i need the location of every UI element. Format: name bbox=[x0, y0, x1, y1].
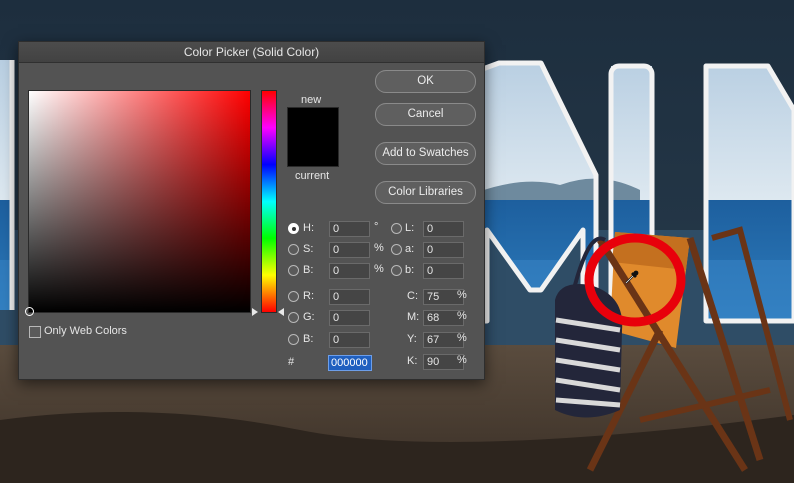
lab-a-input[interactable]: 0 bbox=[423, 242, 464, 258]
saturation-radio[interactable] bbox=[288, 244, 299, 255]
hex-input[interactable]: 000000 bbox=[328, 355, 372, 371]
eyedropper-icon bbox=[625, 270, 639, 284]
lab-l-input[interactable]: 0 bbox=[423, 221, 464, 237]
brightness-input[interactable]: 0 bbox=[329, 263, 370, 279]
add-to-swatches-button[interactable]: Add to Swatches bbox=[375, 142, 476, 165]
cyan-label: C: bbox=[407, 290, 418, 302]
blue-radio[interactable] bbox=[288, 334, 299, 345]
dialog-title[interactable]: Color Picker (Solid Color) bbox=[19, 42, 484, 63]
brightness-label: B: bbox=[303, 264, 314, 276]
red-label: R: bbox=[303, 290, 314, 302]
saturation-unit: % bbox=[374, 242, 384, 254]
hue-slider[interactable] bbox=[261, 90, 277, 313]
red-input[interactable]: 0 bbox=[329, 289, 370, 305]
color-field-marker[interactable] bbox=[25, 307, 34, 316]
only-web-colors-checkbox[interactable] bbox=[29, 326, 41, 338]
only-web-colors-label: Only Web Colors bbox=[44, 325, 127, 337]
color-field[interactable] bbox=[25, 90, 251, 316]
brightness-radio[interactable] bbox=[288, 265, 299, 276]
saturation-label: S: bbox=[303, 243, 314, 255]
hue-slider-arrow-right-icon[interactable] bbox=[278, 308, 284, 316]
blue-input[interactable]: 0 bbox=[329, 332, 370, 348]
color-libraries-button[interactable]: Color Libraries bbox=[375, 181, 476, 204]
ok-button[interactable]: OK bbox=[375, 70, 476, 93]
new-color-swatch bbox=[287, 107, 339, 167]
lab-a-label: a: bbox=[405, 243, 415, 255]
swatch-new-label: new bbox=[301, 94, 322, 106]
cancel-button[interactable]: Cancel bbox=[375, 103, 476, 126]
hue-radio[interactable] bbox=[288, 223, 299, 234]
lab-b-label: b: bbox=[405, 264, 415, 276]
lab-b-input[interactable]: 0 bbox=[423, 263, 464, 279]
magenta-label: M: bbox=[407, 311, 420, 323]
yellow-label: Y: bbox=[407, 333, 417, 345]
hex-label: # bbox=[288, 356, 295, 368]
magenta-unit: % bbox=[457, 310, 467, 322]
cyan-unit: % bbox=[457, 289, 467, 301]
saturation-input[interactable]: 0 bbox=[329, 242, 370, 258]
color-picker-dialog: Color Picker (Solid Color) new current O… bbox=[18, 41, 485, 380]
green-label: G: bbox=[303, 311, 315, 323]
photoshop-canvas[interactable]: Color Picker (Solid Color) new current O… bbox=[0, 0, 794, 483]
hue-label: H: bbox=[303, 222, 314, 234]
hue-unit: ° bbox=[374, 221, 379, 233]
green-radio[interactable] bbox=[288, 312, 299, 323]
green-input[interactable]: 0 bbox=[329, 310, 370, 326]
lab-b-radio[interactable] bbox=[391, 265, 402, 276]
red-radio[interactable] bbox=[288, 291, 299, 302]
hue-input[interactable]: 0 bbox=[329, 221, 370, 237]
brightness-unit: % bbox=[374, 263, 384, 275]
black-unit: % bbox=[457, 354, 467, 366]
swatch-current-label: current bbox=[295, 170, 330, 182]
lab-l-radio[interactable] bbox=[391, 223, 402, 234]
lab-l-label: L: bbox=[405, 222, 415, 234]
blue-label: B: bbox=[303, 333, 314, 345]
lab-a-radio[interactable] bbox=[391, 244, 402, 255]
yellow-unit: % bbox=[457, 332, 467, 344]
black-label: K: bbox=[407, 355, 418, 367]
hue-slider-arrow-left-icon[interactable] bbox=[252, 308, 258, 316]
